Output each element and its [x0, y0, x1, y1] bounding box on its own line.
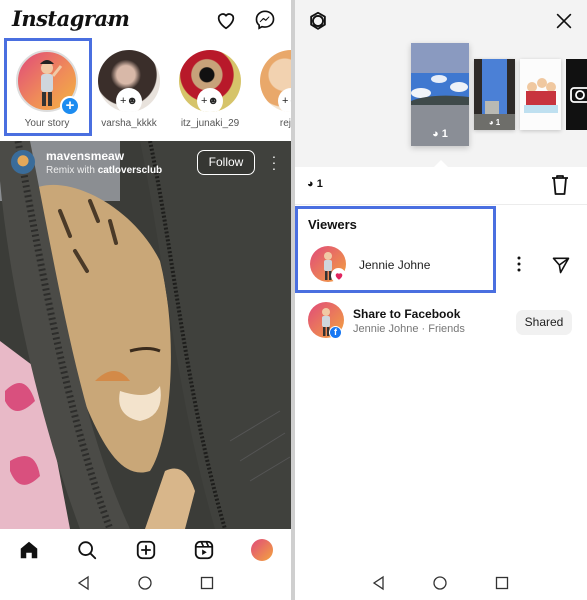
settings-icon[interactable] [307, 10, 329, 32]
facebook-icon: f [329, 326, 342, 339]
thumbnail-view-count: ◕ 1 [488, 118, 501, 127]
more-options-icon[interactable] [516, 256, 522, 272]
system-navigation-bar [0, 569, 291, 600]
search-icon[interactable] [76, 539, 98, 561]
story-thumbnails-area: ◕ 1 ◕ 1 [295, 0, 587, 167]
total-view-count: ◕ 1 [307, 178, 323, 190]
camera-icon [570, 87, 587, 103]
story-label: varsha_kkkk [101, 118, 157, 129]
create-post-icon[interactable] [135, 539, 157, 561]
close-icon[interactable] [553, 10, 575, 32]
back-icon[interactable] [371, 575, 387, 591]
recents-icon[interactable] [494, 575, 510, 591]
post-author-avatar[interactable] [11, 150, 35, 174]
chevron-down-icon[interactable]: ⌄ [104, 14, 113, 27]
post-username[interactable]: mavensmeaw [46, 149, 124, 163]
story-label: reju3 [279, 118, 291, 129]
avatar: +☻ [98, 50, 160, 112]
avatar: +☻ [179, 50, 241, 112]
follow-button[interactable]: Follow [197, 150, 255, 175]
share-audience: Friends [428, 323, 465, 335]
view-count-text: 1 [441, 128, 448, 140]
home-circle-icon[interactable] [137, 575, 153, 591]
highlight-box-your-story [4, 38, 92, 136]
cartoon-story-image [520, 59, 561, 130]
reels-icon[interactable] [193, 539, 215, 561]
story-reju3[interactable]: +☻ reju3 [258, 50, 291, 129]
heart-icon[interactable] [215, 9, 237, 31]
back-icon[interactable] [76, 575, 92, 591]
follow-person-icon[interactable]: +☻ [116, 88, 142, 112]
avatar: +☻ [260, 50, 291, 112]
post-media[interactable]: mavensmeaw Remix with catloversclub Foll… [0, 141, 291, 529]
profile-avatar[interactable] [251, 539, 273, 561]
send-message-icon[interactable] [551, 255, 571, 275]
divider [295, 204, 587, 205]
bottom-navigation [0, 529, 291, 569]
follow-person-icon[interactable]: +☻ [278, 88, 291, 112]
share-account: Jennie Johne [353, 323, 419, 335]
selected-pointer [434, 160, 448, 167]
share-subtitle: Jennie Johne · Friends [353, 323, 465, 335]
delete-trash-icon[interactable] [550, 174, 570, 196]
post-header: mavensmeaw Remix with catloversclub Foll… [0, 141, 291, 181]
messenger-icon[interactable] [254, 9, 276, 31]
cat-in-bag-photo [0, 141, 291, 529]
story-viewers-screen: ◕ 1 ◕ 1 ◕ 1 Viewers Jennie Johne f Share… [295, 0, 587, 600]
remix-user[interactable]: catloversclub [98, 165, 162, 176]
more-options-icon[interactable]: · · · [271, 149, 277, 175]
story-thumbnail[interactable] [520, 59, 561, 130]
remix-prefix: Remix with [46, 165, 98, 176]
recents-icon[interactable] [199, 575, 215, 591]
share-title: Share to Facebook [353, 307, 461, 321]
instagram-feed-screen: Instagram ⌄ Your story + +☻ varsha_kkkk … [0, 0, 291, 600]
view-count-text: 1 [316, 178, 323, 190]
view-count-text: 1 [495, 118, 501, 127]
story-thumbnail[interactable]: ◕ 1 [474, 59, 515, 130]
shared-button[interactable]: Shared [516, 310, 572, 335]
follow-person-icon[interactable]: +☻ [197, 88, 223, 112]
home-icon[interactable] [18, 539, 40, 561]
story-label: itz_junaki_29 [180, 118, 240, 129]
add-story-thumbnail[interactable] [566, 59, 587, 130]
story-varsha-kkkk[interactable]: +☻ varsha_kkkk [96, 50, 162, 129]
separator: · [418, 323, 429, 335]
share-to-facebook-row[interactable]: f Share to Facebook Jennie Johne · Frien… [295, 302, 587, 342]
remix-attribution[interactable]: Remix with catloversclub [46, 165, 162, 176]
top-bar: Instagram ⌄ [0, 0, 291, 42]
eye-icon: ◕ [307, 178, 314, 190]
story-itz-junaki-29[interactable]: +☻ itz_junaki_29 [177, 50, 243, 129]
eye-icon: ◕ [432, 128, 439, 140]
story-thumbnail-selected[interactable]: ◕ 1 [411, 43, 469, 146]
home-circle-icon[interactable] [432, 575, 448, 591]
highlight-box-viewers [295, 206, 496, 293]
system-navigation-bar [295, 569, 586, 600]
thumbnail-view-count: ◕ 1 [411, 128, 469, 140]
